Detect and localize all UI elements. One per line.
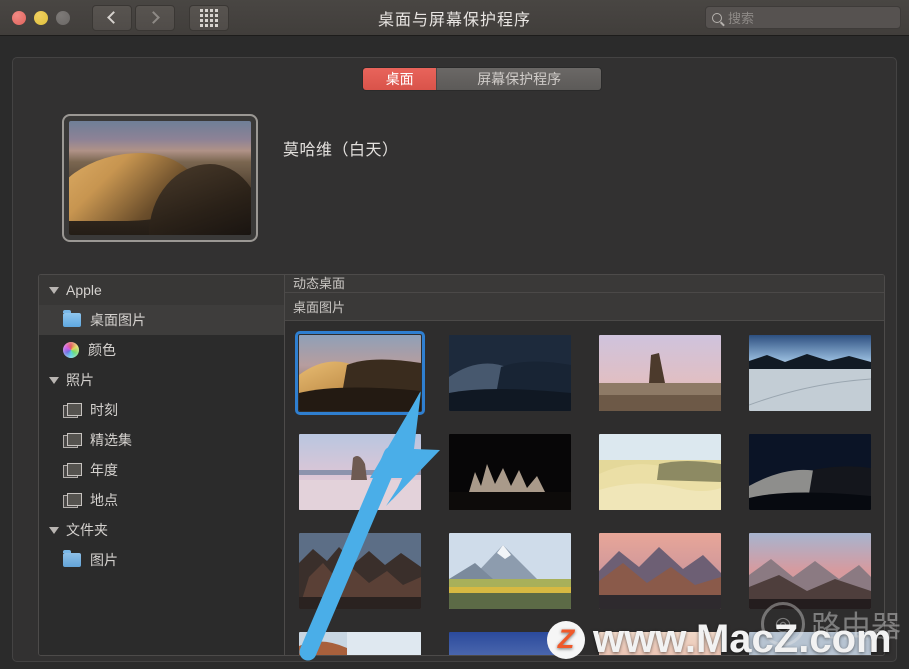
chevron-left-icon [107,11,120,24]
sidebar-item-label: 桌面图片 [90,312,146,328]
photo-stack-icon [63,433,82,448]
section-header-desktop-pictures: 桌面图片 [285,293,884,321]
thumbnail-dunes-night[interactable] [749,434,871,510]
sidebar-item-colors[interactable]: 颜色 [39,335,284,365]
tab-screensaver[interactable]: 屏幕保护程序 [436,68,601,90]
search-icon [712,12,722,23]
search-placeholder: 搜索 [728,11,755,26]
thumbnail-sierra-peaks[interactable] [599,533,721,609]
sierra-peaks-thumbnail-image [599,533,721,609]
source-list-sidebar: Apple 桌面图片 颜色 照片 时刻 精选集 年度 地点 文件夹 图片 [39,275,285,655]
disclosure-triangle-icon [49,526,59,534]
photo-stack-icon [63,463,82,478]
high-sierra-lake-thumbnail-image [449,533,571,609]
back-button[interactable] [92,4,132,31]
sidebar-item-years[interactable]: 年度 [39,455,284,485]
tufa-night-thumbnail-image [449,434,571,510]
close-button[interactable] [12,10,26,25]
thumbnail-mojave-day[interactable] [295,331,425,415]
disclosure-triangle-icon [49,286,59,294]
desktop-preview[interactable] [62,114,258,242]
macz-watermark-text: www.MacZ.com [593,617,892,661]
sidebar-group-label: 照片 [66,372,94,388]
sidebar-item-pictures[interactable]: 图片 [39,545,284,575]
mojave-day-preview-image [69,121,251,235]
thumbnail-salt-flat-pink[interactable] [299,434,421,510]
navigation-buttons [92,4,175,31]
sidebar-item-label: 图片 [90,552,118,568]
sidebar-group-label: Apple [66,282,102,298]
sidebar-item-label: 地点 [90,492,118,508]
thumbnail-high-sierra-lake[interactable] [449,533,571,609]
desert-rock-dusk-thumbnail-image [599,335,721,411]
thumbnail-dunes-day[interactable] [599,434,721,510]
joshua-tree-rocks-thumbnail-image [299,533,421,609]
sidebar-item-label: 精选集 [90,432,132,448]
browser-split-view: Apple 桌面图片 颜色 照片 时刻 精选集 年度 地点 文件夹 图片 动态桌… [38,274,885,656]
show-all-grid-icon [200,8,218,27]
folder-icon [63,550,81,567]
mojave-day-thumbnail-image [299,335,421,411]
minimize-button[interactable] [34,10,48,25]
sidebar-item-places[interactable]: 地点 [39,485,284,515]
current-wallpaper-label: 莫哈维（白天） [283,142,399,159]
sidebar-group-label: 文件夹 [66,522,108,538]
search-field[interactable]: 搜索 [705,6,901,29]
preferences-panel: 桌面 屏幕保护程序 莫哈维（白天） Apple 桌面图片 颜色 照片 时刻 精选… [12,57,897,662]
photo-stack-icon [63,493,82,508]
disclosure-triangle-icon [49,376,59,384]
forward-button[interactable] [135,4,175,31]
wallpaper-grid: 动态桌面 桌面图片 [285,275,884,655]
dunes-night-thumbnail-image [749,434,871,510]
salt-flat-pink-thumbnail-image [299,434,421,510]
chevron-right-icon [147,11,160,24]
thumbnail-el-capitan[interactable] [299,632,421,655]
show-all-button[interactable] [189,4,229,31]
sidebar-item-label: 颜色 [88,342,116,358]
salt-flat-dusk-thumbnail-image [749,335,871,411]
photo-stack-icon [63,403,82,418]
tab-bar: 桌面 屏幕保护程序 [362,67,602,91]
sierra-dusk-thumbnail-image [749,533,871,609]
thumbnail-mojave-night[interactable] [449,335,571,411]
sidebar-item-label: 时刻 [90,402,118,418]
tab-desktop[interactable]: 桌面 [363,68,437,90]
sidebar-group-apple[interactable]: Apple [39,275,284,305]
color-wheel-icon [63,342,79,358]
macz-logo-icon: Z [547,620,585,659]
thumbnail-tufa-night[interactable] [449,434,571,510]
thumbnail-joshua-tree-rocks[interactable] [299,533,421,609]
sidebar-item-desktop-pictures[interactable]: 桌面图片 [39,305,284,335]
macz-watermark: Z www.MacZ.com [547,617,892,662]
dunes-day-thumbnail-image [599,434,721,510]
folder-icon [63,310,81,327]
thumbnail-sierra-dusk[interactable] [749,533,871,609]
section-header-dynamic-desktop: 动态桌面 [285,275,884,293]
sidebar-item-collections[interactable]: 精选集 [39,425,284,455]
thumbnail-desert-rock-dusk[interactable] [599,335,721,411]
sidebar-group-folders[interactable]: 文件夹 [39,515,284,545]
sidebar-group-photos[interactable]: 照片 [39,365,284,395]
traffic-light-group [12,10,70,25]
zoom-button[interactable] [56,10,70,25]
mojave-night-thumbnail-image [449,335,571,411]
sidebar-item-label: 年度 [90,462,118,478]
el-capitan-thumbnail-image [299,632,421,655]
thumbnail-salt-flat-dusk[interactable] [749,335,871,411]
sidebar-item-moments[interactable]: 时刻 [39,395,284,425]
